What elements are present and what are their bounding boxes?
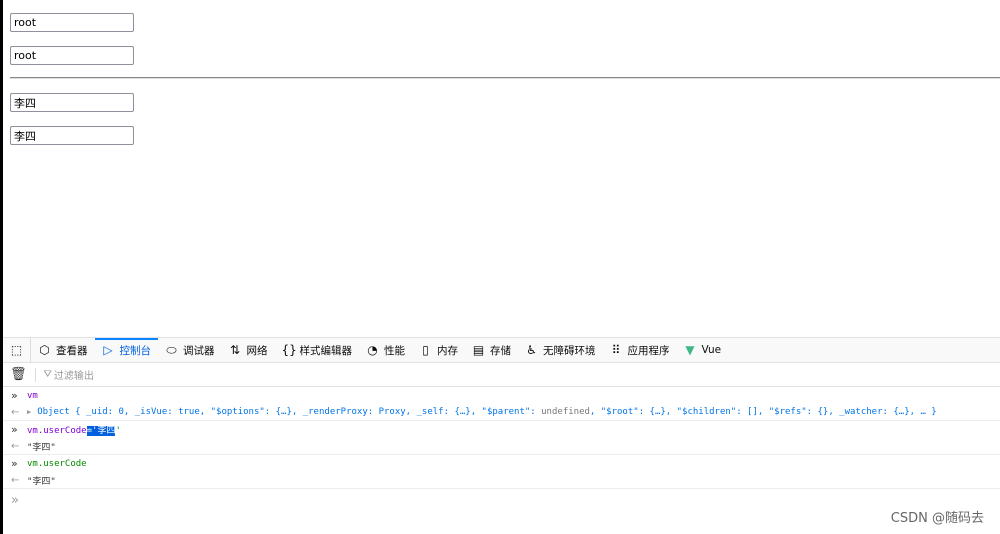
tab-vue[interactable]: ▼ Vue bbox=[677, 338, 729, 363]
storage-icon: ▤ bbox=[472, 343, 485, 357]
console-icon: ▷ bbox=[103, 343, 113, 357]
filter-icon: ⛛ bbox=[43, 369, 52, 380]
tab-label: 样式编辑器 bbox=[299, 344, 353, 357]
tab-label: 存储 bbox=[490, 344, 511, 357]
tab-label: 无障碍环境 bbox=[543, 344, 596, 357]
pick-element-icon: ⬚ bbox=[10, 343, 23, 357]
object-result[interactable]: Object { _uid: 0, _isVue: true, "$option… bbox=[37, 407, 936, 417]
command-text: vm.userCode bbox=[27, 426, 87, 436]
devtools-panel: ⬚ ⬡ 查看器 ▷ 控制台 ⬭ 调试器 ⇅ 网络 {} 样式编辑器 ◔ 性能 ▯ 内存 ▤ 存储 ♿ 无障碍环境 ⠿… bbox=[3, 337, 1000, 534]
tab-label: 查看器 bbox=[56, 344, 88, 357]
vue-icon: ▼ bbox=[685, 343, 695, 357]
result-text: "李四" bbox=[27, 442, 56, 453]
memory-icon: ▯ bbox=[422, 343, 429, 357]
result-arrow-icon: ← bbox=[11, 440, 20, 452]
console-filter-bar: 🗑 ⛛ 过滤输出 bbox=[3, 363, 1000, 387]
tab-inspector[interactable]: ⬡ 查看器 bbox=[31, 338, 95, 363]
console-result-line: ← ▶ Object { _uid: 0, _isVue: true, "$opti… bbox=[3, 404, 1000, 421]
result-arrow-icon: ← bbox=[11, 406, 20, 418]
result-arrow-icon: ← bbox=[11, 474, 20, 486]
console-result-line: ← "李四" bbox=[3, 472, 1000, 489]
tab-label: 性能 bbox=[384, 344, 405, 357]
tab-console[interactable]: ▷ 控制台 bbox=[94, 337, 159, 363]
prompt-icon: » bbox=[11, 457, 18, 470]
tab-accessibility[interactable]: ♿ 无障碍环境 bbox=[518, 338, 603, 363]
prompt-icon: » bbox=[11, 492, 19, 508]
debugger-icon: ⬭ bbox=[166, 342, 177, 357]
text-input-3[interactable] bbox=[10, 93, 134, 112]
divider bbox=[10, 77, 1000, 79]
console-input-line: » vm bbox=[3, 387, 1000, 404]
element-picker-button[interactable]: ⬚ bbox=[3, 337, 31, 363]
command-text-tail: ' bbox=[115, 426, 121, 436]
inspector-icon: ⬡ bbox=[39, 343, 50, 357]
tab-label: Vue bbox=[701, 344, 722, 356]
tab-style-editor[interactable]: {} 样式编辑器 bbox=[275, 338, 360, 363]
tab-label: 控制台 bbox=[119, 344, 152, 357]
console-input-line: » vm.userCode='李四' bbox=[3, 421, 1000, 438]
tab-storage[interactable]: ▤ 存储 bbox=[465, 338, 518, 363]
devtools-toolbar: ⬚ ⬡ 查看器 ▷ 控制台 ⬭ 调试器 ⇅ 网络 {} 样式编辑器 ◔ 性能 ▯ 内存 ▤ 存储 ♿ 无障碍环境 ⠿… bbox=[3, 337, 1000, 363]
tab-label: 内存 bbox=[437, 344, 458, 357]
console-result-line: ← "李四" bbox=[3, 438, 1000, 455]
network-icon: ⇅ bbox=[229, 343, 241, 357]
performance-icon: ◔ bbox=[367, 343, 378, 357]
result-text: "李四" bbox=[27, 476, 56, 487]
accessibility-icon: ♿ bbox=[526, 343, 537, 357]
text-input-2[interactable] bbox=[10, 46, 134, 65]
tab-label: 调试器 bbox=[183, 344, 215, 357]
tab-performance[interactable]: ◔ 性能 bbox=[359, 338, 412, 363]
tab-label: 应用程序 bbox=[627, 344, 670, 357]
tab-debugger[interactable]: ⬭ 调试器 bbox=[158, 338, 222, 363]
tab-label: 网络 bbox=[246, 344, 268, 357]
text-input-4[interactable] bbox=[10, 126, 134, 145]
prompt-icon: » bbox=[11, 389, 18, 402]
selected-text: ='李四 bbox=[86, 426, 116, 436]
watermark: CSDN @随码去 bbox=[890, 511, 984, 526]
tab-memory[interactable]: ▯ 内存 bbox=[412, 338, 465, 363]
tab-network[interactable]: ⇅ 网络 bbox=[222, 338, 275, 363]
console-prompt[interactable]: » bbox=[3, 489, 1000, 511]
console-input-line: » vm.userCode bbox=[3, 455, 1000, 472]
style-editor-icon: {} bbox=[281, 343, 297, 357]
expand-triangle-icon[interactable]: ▶ bbox=[27, 408, 31, 416]
trash-icon[interactable]: 🗑 bbox=[10, 367, 27, 382]
command-text: vm.userCode bbox=[27, 458, 87, 469]
filter-input[interactable]: 过滤输出 bbox=[54, 367, 94, 382]
text-input-1[interactable] bbox=[10, 13, 134, 32]
application-icon: ⠿ bbox=[611, 343, 621, 357]
prompt-icon: » bbox=[11, 423, 18, 436]
tab-application[interactable]: ⠿ 应用程序 bbox=[603, 338, 677, 363]
command-text: vm bbox=[27, 390, 38, 401]
